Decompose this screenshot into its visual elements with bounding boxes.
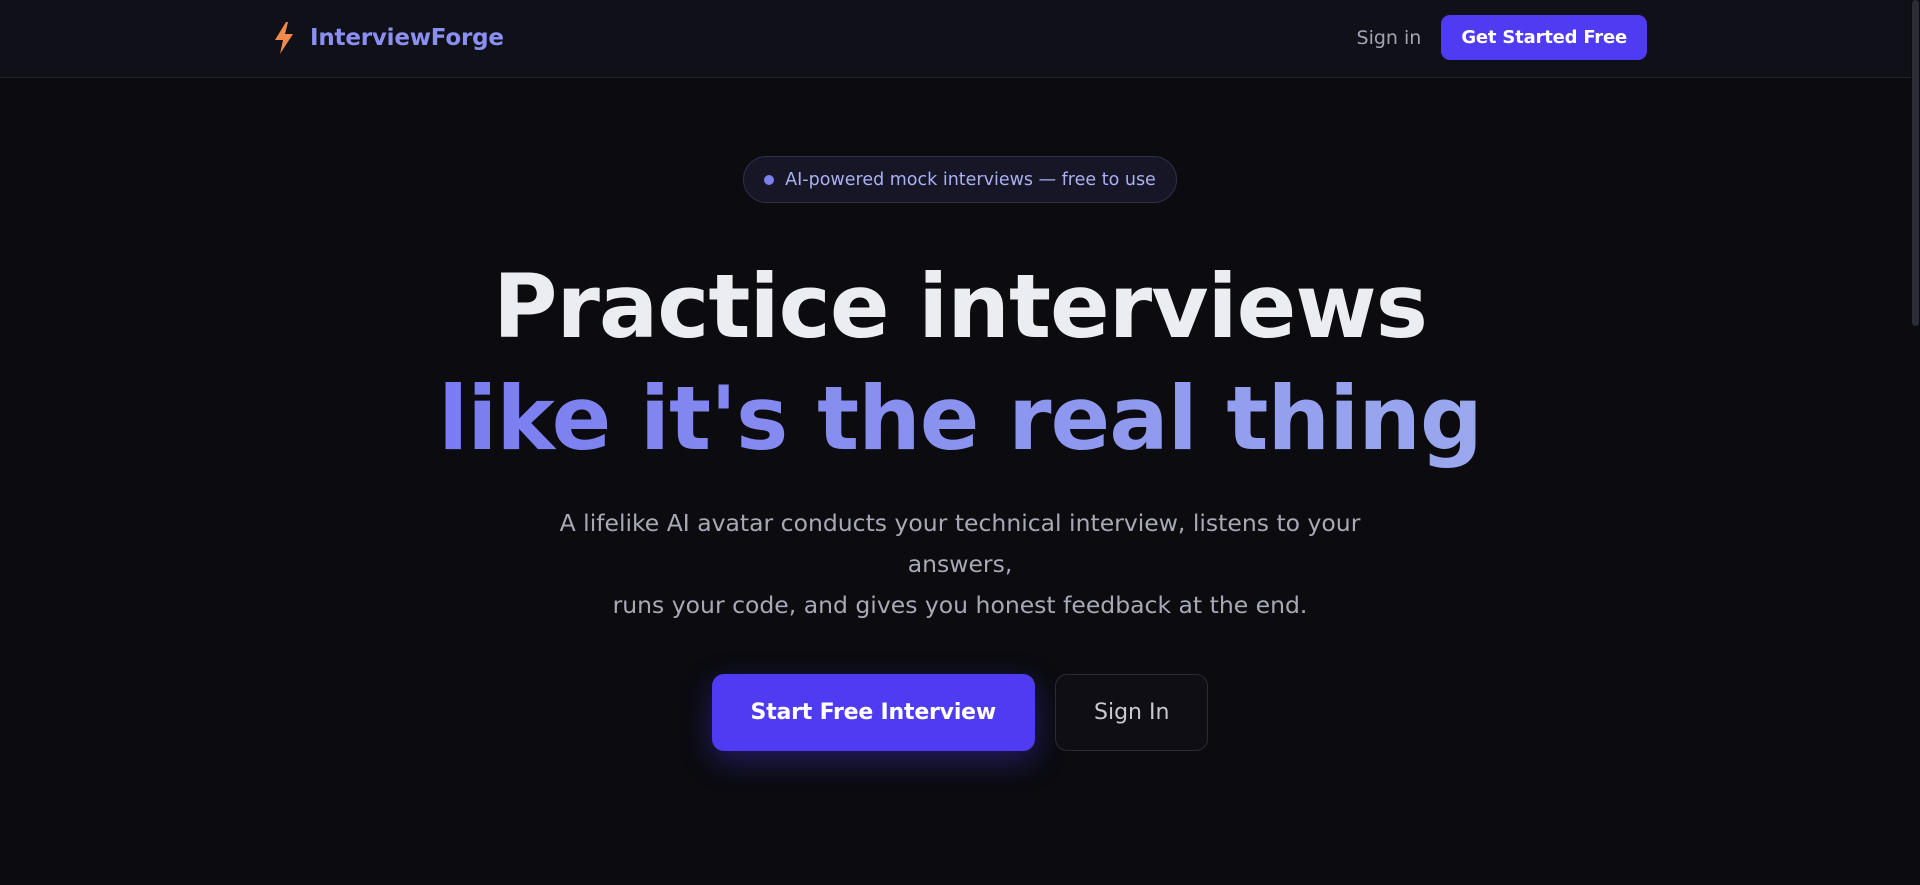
- hero-cta-row: Start Free Interview Sign In: [711, 674, 1209, 751]
- headline-line-1: Practice interviews: [492, 255, 1428, 358]
- badge-text: AI-powered mock interviews — free to use: [785, 169, 1156, 190]
- scrollbar-thumb[interactable]: [1912, 0, 1919, 326]
- navbar-actions: Sign in Get Started Free: [1357, 15, 1647, 60]
- brand-logo-link[interactable]: InterviewForge: [272, 20, 504, 56]
- get-started-button[interactable]: Get Started Free: [1441, 15, 1647, 60]
- announcement-badge: AI-powered mock interviews — free to use: [743, 156, 1177, 203]
- landing-page: InterviewForge Sign in Get Started Free …: [0, 0, 1920, 885]
- hero-sign-in-button[interactable]: Sign In: [1055, 674, 1209, 751]
- hero-section: AI-powered mock interviews — free to use…: [0, 78, 1920, 751]
- brand-name: InterviewForge: [310, 25, 504, 51]
- dot-icon: [764, 174, 775, 185]
- start-free-interview-button[interactable]: Start Free Interview: [711, 674, 1036, 751]
- top-navbar: InterviewForge Sign in Get Started Free: [0, 0, 1920, 78]
- hero-subtitle: A lifelike AI avatar conducts your techn…: [530, 503, 1390, 626]
- page-scrollbar[interactable]: [1911, 0, 1920, 885]
- subtitle-line-1: A lifelike AI avatar conducts your techn…: [559, 509, 1361, 578]
- subtitle-line-2: runs your code, and gives you honest fee…: [612, 591, 1308, 619]
- hero-headline: Practice interviews like it's the real t…: [438, 253, 1483, 479]
- lightning-bolt-icon: [275, 22, 293, 54]
- headline-line-2: like it's the real thing: [438, 365, 1483, 479]
- sign-in-link[interactable]: Sign in: [1357, 27, 1422, 49]
